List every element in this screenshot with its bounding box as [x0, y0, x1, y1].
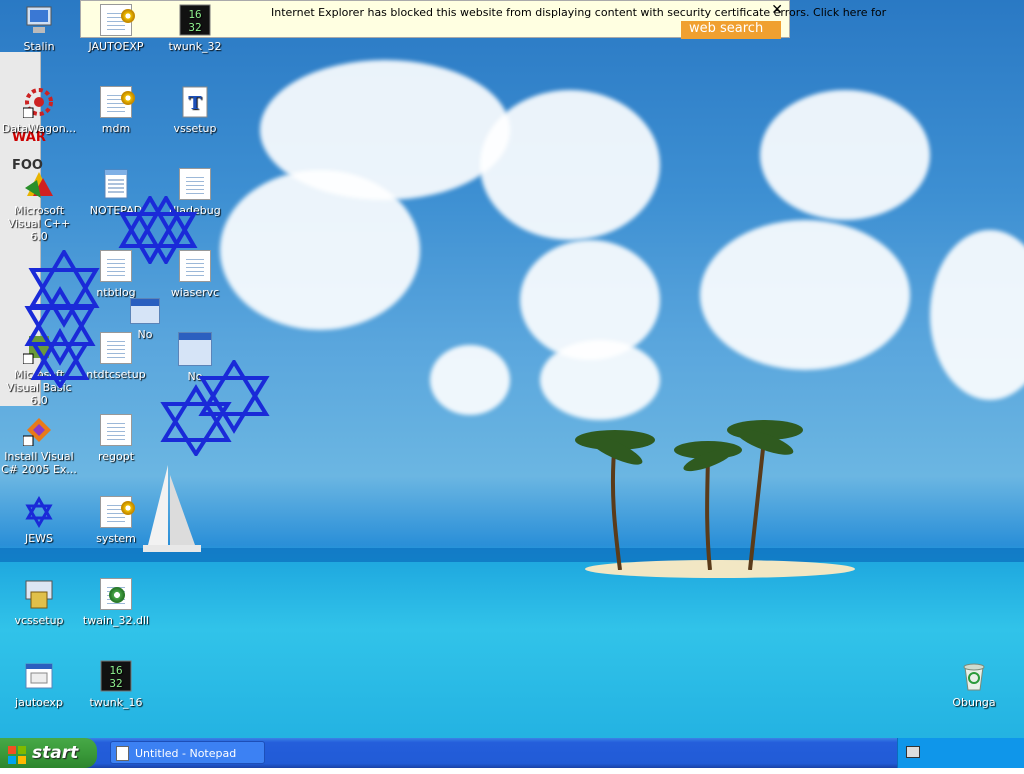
font-file-icon: T [179, 86, 211, 118]
icon-label: mdm [101, 122, 131, 135]
icon-label: JEWS [24, 532, 54, 545]
desktop-icon-mdm[interactable]: mdm [77, 86, 155, 135]
desktop-icon-twain-32-dll[interactable]: twain_32.dll [77, 578, 155, 627]
setup-icon [23, 578, 55, 610]
wallpaper-cloud [760, 90, 930, 220]
icon-label: regopt [97, 450, 135, 463]
icon-label: system [96, 532, 136, 545]
desktop-icon-jautoexp-exe[interactable]: jautoexp [0, 660, 78, 709]
icon-label: vssetup [173, 122, 217, 135]
star-of-david-graphic [160, 360, 270, 456]
16-32-icon: 16 32 [100, 660, 132, 692]
svg-text:T: T [188, 93, 202, 114]
star-icon [23, 496, 55, 528]
16-32-icon: 16 32 [179, 4, 211, 36]
desktop: WAR FOO Internet Explorer has blocked th… [0, 0, 1024, 768]
icon-label: Install Visual C# 2005 Ex... [1, 450, 77, 476]
desktop-icon-obunga[interactable]: Obunga [935, 660, 1013, 709]
icon-label: JAUTOEXP [88, 40, 144, 53]
red-gear-shortcut-icon [22, 86, 55, 119]
desktop-icon-vcssetup[interactable]: vcssetup [0, 578, 78, 627]
desktop-icon-datawagon[interactable]: DataWagon... [0, 86, 78, 135]
svg-text:16: 16 [188, 8, 201, 21]
desktop-icon-vssetup[interactable]: T vssetup [156, 86, 234, 135]
wallpaper-cloud [700, 220, 910, 370]
text-document-icon [100, 414, 132, 446]
wallpaper-cloud [220, 170, 420, 330]
visual-cpp-icon [23, 168, 55, 200]
wallpaper-cloud [540, 340, 660, 420]
web-search-button[interactable]: web search [681, 21, 781, 39]
visual-csharp-icon [22, 414, 55, 447]
desktop-icon-jautoexp[interactable]: JAUTOEXP [77, 4, 155, 53]
icon-label: twunk_32 [168, 40, 222, 53]
icon-label: twain_32.dll [82, 614, 150, 627]
icon-label: vcssetup [14, 614, 64, 627]
windows-logo-icon [8, 744, 26, 764]
icon-label: Stalin [23, 40, 55, 53]
icon-label: jautoexp [15, 696, 63, 709]
info-bar-message[interactable]: Internet Explorer has blocked this websi… [271, 6, 886, 19]
desktop-icon-twunk-16[interactable]: 16 32 twunk_16 [77, 660, 155, 709]
desktop-icon-stalin[interactable]: Stalin [0, 4, 78, 53]
keyboard-icon[interactable] [906, 746, 920, 758]
gear-document-icon [100, 86, 135, 118]
task-label: Untitled - Notepad [135, 747, 237, 760]
taskbar: start Untitled - Notepad [0, 738, 1024, 768]
computer-icon [23, 4, 55, 36]
star-of-david-graphic [24, 250, 100, 388]
gear-document-icon [100, 496, 135, 528]
start-button[interactable]: start [0, 738, 97, 768]
system-tray [897, 738, 1024, 768]
desktop-icon-install-csharp[interactable]: Install Visual C# 2005 Ex... [0, 414, 78, 476]
svg-text:32: 32 [188, 21, 201, 34]
notepad-icon [116, 746, 129, 761]
gear-document-icon [100, 4, 135, 36]
svg-text:32: 32 [109, 677, 122, 690]
wallpaper-cloud [480, 90, 660, 240]
exe-icon [23, 660, 55, 692]
dll-gear-icon [100, 578, 132, 610]
window-icon [130, 298, 160, 324]
icon-label: Microsoft Visual C++ 6.0 [7, 204, 71, 243]
icon-label: Obunga [952, 696, 996, 709]
recycle-bin-icon [958, 660, 990, 692]
svg-text:16: 16 [109, 664, 122, 677]
wallpaper-cloud [930, 230, 1024, 400]
desktop-icon-jews[interactable]: JEWS [0, 496, 78, 545]
desktop-icon-twunk-32[interactable]: 16 32 twunk_32 [156, 4, 234, 53]
wallpaper-cloud [430, 345, 510, 415]
close-icon[interactable]: ✕ [771, 2, 783, 18]
palm-trees [575, 420, 803, 570]
icon-label: DataWagon... [1, 122, 77, 135]
desktop-icon-system[interactable]: system [77, 496, 155, 545]
taskbar-button-notepad[interactable]: Untitled - Notepad [110, 741, 265, 764]
icon-label: twunk_16 [89, 696, 143, 709]
desktop-icon-regopt[interactable]: regopt [77, 414, 155, 463]
start-label: start [32, 743, 79, 763]
desktop-icon-visual-cpp[interactable]: Microsoft Visual C++ 6.0 [0, 168, 78, 243]
star-of-david-graphic [118, 196, 198, 264]
